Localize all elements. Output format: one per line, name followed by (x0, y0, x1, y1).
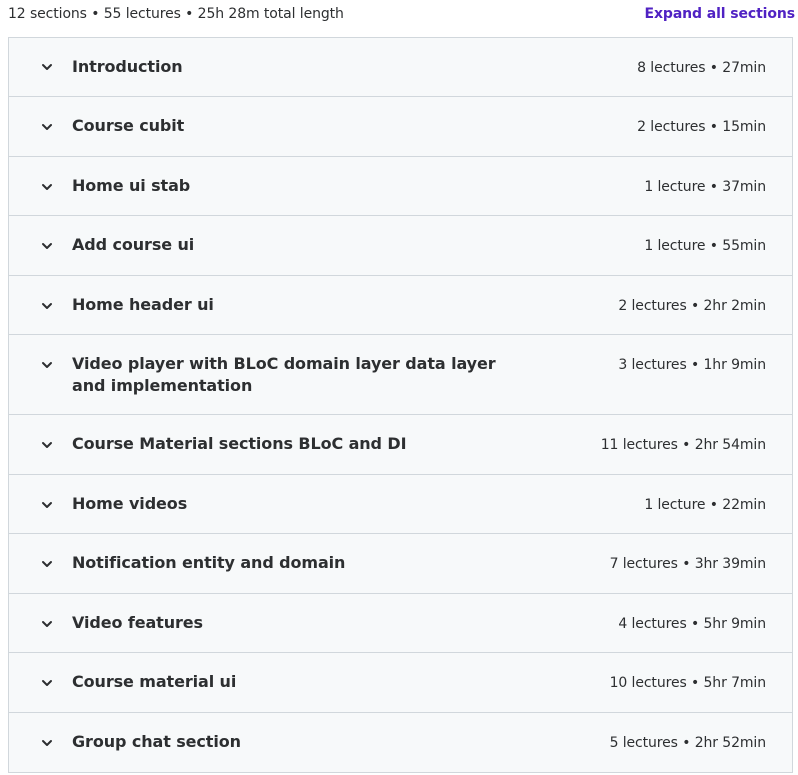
section-header[interactable]: Home ui stab 1 lecture • 37min (9, 157, 792, 216)
section-title: Course cubit (72, 116, 185, 135)
curriculum-summary-bar: 12 sections • 55 lectures • 25h 28m tota… (0, 0, 798, 30)
section-title: Home ui stab (72, 176, 191, 195)
section-header[interactable]: Course Material sections BLoC and DI 11 … (9, 415, 792, 475)
expand-all-sections-button[interactable]: Expand all sections (645, 6, 796, 22)
chevron-down-icon[interactable] (40, 358, 54, 372)
section-header[interactable]: Video player with BLoC domain layer data… (9, 335, 792, 415)
section-meta: 3 lectures • 1hr 9min (618, 357, 766, 373)
section-meta: 8 lectures • 27min (637, 60, 766, 76)
section-header[interactable]: Group chat section 5 lectures • 2hr 52mi… (9, 713, 792, 772)
chevron-down-icon[interactable] (40, 736, 54, 750)
section-header[interactable]: Video features 4 lectures • 5hr 9min (9, 594, 792, 653)
section-header[interactable]: Add course ui 1 lecture • 55min (9, 216, 792, 276)
section-title: Home videos (72, 494, 188, 513)
section-meta: 1 lecture • 22min (644, 497, 766, 513)
section-header[interactable]: Introduction 8 lectures • 27min (9, 38, 792, 97)
section-title: Video player with BLoC domain layer data… (72, 354, 496, 395)
section-meta: 1 lecture • 37min (644, 179, 766, 195)
chevron-down-icon[interactable] (40, 120, 54, 134)
section-title: Notification entity and domain (72, 553, 346, 572)
section-meta: 4 lectures • 5hr 9min (618, 616, 766, 632)
section-header[interactable]: Notification entity and domain 7 lecture… (9, 534, 792, 594)
section-title: Home header ui (72, 295, 214, 314)
section-header[interactable]: Course material ui 10 lectures • 5hr 7mi… (9, 653, 792, 713)
curriculum-accordion: Introduction 8 lectures • 27min Course c… (8, 37, 793, 773)
chevron-down-icon[interactable] (40, 676, 54, 690)
chevron-down-icon[interactable] (40, 180, 54, 194)
chevron-down-icon[interactable] (40, 617, 54, 631)
chevron-down-icon[interactable] (40, 299, 54, 313)
section-meta: 7 lectures • 3hr 39min (609, 556, 767, 572)
chevron-down-icon[interactable] (40, 239, 54, 253)
section-header[interactable]: Home videos 1 lecture • 22min (9, 475, 792, 534)
section-title: Course Material sections BLoC and DI (72, 434, 407, 453)
chevron-down-icon[interactable] (40, 557, 54, 571)
section-title: Add course ui (72, 235, 195, 254)
chevron-down-icon[interactable] (40, 60, 54, 74)
section-title: Course material ui (72, 672, 237, 691)
section-meta: 1 lecture • 55min (644, 238, 766, 254)
curriculum-summary: 12 sections • 55 lectures • 25h 28m tota… (8, 6, 344, 22)
section-title: Video features (72, 613, 203, 632)
section-meta: 10 lectures • 5hr 7min (609, 675, 767, 691)
section-meta: 2 lectures • 2hr 2min (618, 298, 766, 314)
section-header[interactable]: Course cubit 2 lectures • 15min (9, 97, 792, 157)
chevron-down-icon[interactable] (40, 498, 54, 512)
section-meta: 2 lectures • 15min (637, 119, 766, 135)
section-header[interactable]: Home header ui 2 lectures • 2hr 2min (9, 276, 792, 335)
chevron-down-icon[interactable] (40, 438, 54, 452)
section-meta: 5 lectures • 2hr 52min (609, 735, 767, 751)
section-title: Introduction (72, 57, 183, 76)
section-title: Group chat section (72, 732, 241, 751)
section-meta: 11 lectures • 2hr 54min (600, 437, 766, 453)
